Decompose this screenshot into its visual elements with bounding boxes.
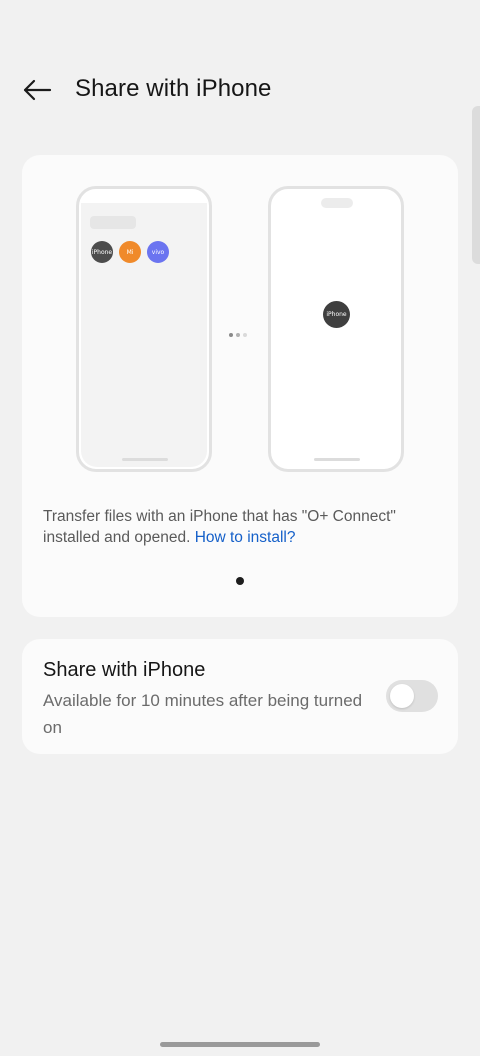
app-bar: Share with iPhone	[0, 60, 480, 120]
page-indicator-dot	[236, 577, 244, 585]
description-text: Transfer files with an iPhone that has "…	[43, 506, 443, 548]
search-bar-placeholder	[90, 216, 136, 229]
transfer-dots-icon	[229, 324, 253, 337]
setting-title: Share with iPhone	[43, 659, 206, 681]
home-indicator	[314, 458, 360, 461]
dynamic-island	[321, 198, 353, 208]
how-to-install-link[interactable]: How to install?	[195, 529, 296, 546]
back-button[interactable]	[14, 70, 60, 110]
home-indicator	[122, 458, 168, 461]
toggle-knob	[390, 684, 414, 708]
page-title: Share with iPhone	[75, 75, 272, 102]
illustration-card: iPhone Mi vivo iPhone Transfer files wit…	[22, 155, 458, 617]
device-avatar-mi: Mi	[119, 241, 141, 263]
share-with-iphone-screen: Share with iPhone iPhone Mi vivo iPhone …	[0, 0, 480, 1056]
device-avatar-vivo: vivo	[147, 241, 169, 263]
setting-subtitle: Available for 10 minutes after being tur…	[43, 691, 363, 737]
receiver-phone-illustration: iPhone	[268, 186, 404, 472]
share-toggle-switch[interactable]	[386, 680, 438, 712]
edge-scroll-handle[interactable]	[472, 106, 480, 264]
device-avatar-iphone: iPhone	[91, 241, 113, 263]
arrow-left-icon	[23, 79, 52, 101]
gesture-navigation-bar[interactable]	[160, 1042, 320, 1047]
device-avatar-target-iphone: iPhone	[323, 301, 350, 328]
share-with-iphone-setting[interactable]: Share with iPhone Available for 10 minut…	[22, 639, 458, 754]
sender-phone-illustration: iPhone Mi vivo	[76, 186, 212, 472]
